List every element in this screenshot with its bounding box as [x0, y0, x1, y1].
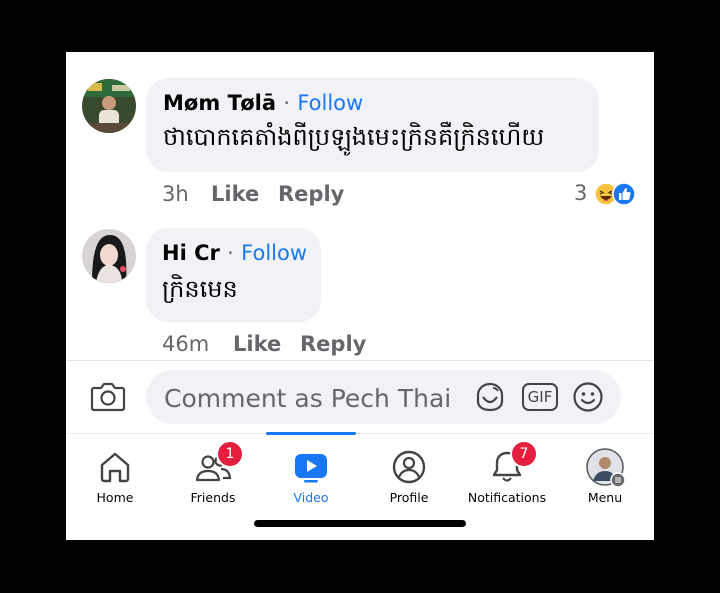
tab-friends[interactable]: 1 Friends	[164, 440, 262, 510]
tab-label: Notifications	[467, 490, 547, 505]
tab-video[interactable]: Video	[262, 440, 360, 510]
tab-profile[interactable]: Profile	[360, 440, 458, 510]
emoji-icon[interactable]	[572, 381, 604, 413]
comment-composer[interactable]: GIF	[146, 370, 621, 424]
comment-author-row: Hi Cr · Follow	[162, 241, 307, 265]
comment-text: ក្រិនមេន	[162, 275, 238, 303]
comment-time: 46m	[162, 332, 210, 356]
commenter-avatar[interactable]	[82, 79, 136, 133]
separator-dot: ·	[283, 91, 291, 115]
sticker-icon[interactable]	[473, 380, 507, 414]
comment-text: ថាបោកគេតាំងពីប្រឡូងមេះក្រិនគឺក្រិនហើយ	[163, 123, 545, 151]
tab-label: Profile	[389, 490, 429, 505]
gif-icon[interactable]: GIF	[522, 383, 558, 411]
active-tab-indicator	[266, 432, 356, 435]
tab-home[interactable]: Home	[66, 440, 164, 510]
tab-label: Friends	[190, 490, 236, 505]
reply-button[interactable]: Reply	[300, 332, 366, 356]
menu-avatar-icon	[586, 448, 626, 488]
like-button[interactable]: Like	[211, 182, 259, 206]
commenter-avatar[interactable]	[82, 229, 136, 283]
comment-time: 3h	[162, 182, 189, 206]
comment-author[interactable]: Hi Cr	[162, 241, 220, 265]
reply-button[interactable]: Reply	[278, 182, 344, 206]
video-icon	[292, 448, 330, 486]
comment-author[interactable]: Møm Tølā	[163, 91, 276, 115]
divider	[66, 433, 654, 434]
notifications-badge: 7	[510, 440, 538, 468]
comment-input[interactable]	[162, 380, 456, 416]
follow-link[interactable]: Follow	[297, 91, 363, 115]
like-reaction-icon	[612, 182, 636, 206]
tab-notifications[interactable]: 7 Notifications	[458, 440, 556, 510]
reaction-summary[interactable]: 3	[572, 179, 642, 209]
like-button[interactable]: Like	[233, 332, 281, 356]
tab-menu[interactable]: Menu	[556, 440, 654, 510]
tab-label: Home	[96, 490, 134, 505]
separator-dot: ·	[227, 241, 234, 265]
divider	[66, 360, 654, 361]
friends-badge: 1	[216, 440, 244, 468]
camera-icon[interactable]	[90, 380, 126, 412]
tab-label: Video	[293, 490, 329, 505]
tab-label: Menu	[587, 490, 623, 505]
comment-author-row: Møm Tølā · Follow	[163, 91, 363, 115]
home-icon	[96, 448, 134, 486]
reaction-count: 3	[574, 181, 588, 205]
comments-screen: Møm Tølā · Follow ថាបោកគេតាំងពីប្រឡូងមេះ…	[66, 52, 654, 540]
follow-link[interactable]: Follow	[241, 241, 307, 265]
profile-icon	[390, 448, 428, 486]
home-indicator	[254, 520, 466, 527]
